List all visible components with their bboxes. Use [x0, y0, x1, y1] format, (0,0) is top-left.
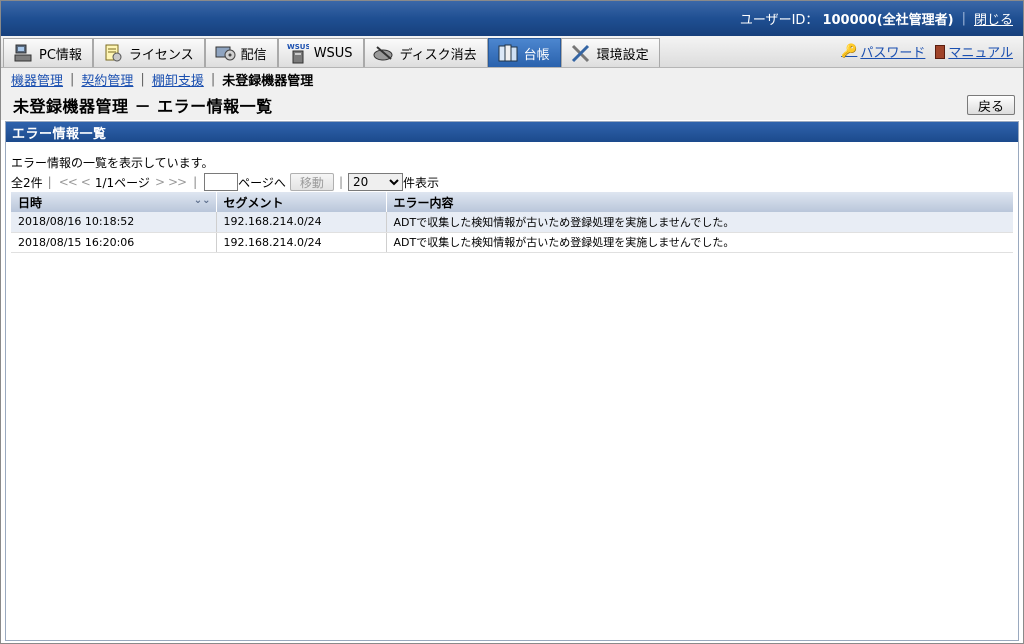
divider: | — [47, 175, 52, 189]
password-link-label: パスワード — [860, 46, 926, 61]
tab-wsus[interactable]: WSUS WSUS — [277, 38, 364, 67]
breadcrumb: 機器管理 | 契約管理 | 棚卸支援 | 未登録機器管理 — [1, 68, 1023, 90]
title-row: 未登録機器管理 － エラー情報一覧 戻る — [1, 90, 1023, 120]
tab-label: ディスク消去 — [399, 47, 477, 63]
header-links: 🔑 パスワード マニュアル — [841, 36, 1023, 67]
breadcrumb-contract-management[interactable]: 契約管理 — [81, 70, 133, 89]
settings-tools-icon — [570, 42, 592, 64]
page-number-input[interactable] — [204, 173, 239, 191]
column-header-error-content[interactable]: エラー内容 — [386, 192, 1013, 212]
column-header-datetime[interactable]: 日時 ⌄⌄ — [11, 192, 217, 212]
main-tabs: PC情報 ライセンス 配信 WSUS WSUS ディスク消去 台帳 環境設定 🔑… — [1, 36, 1023, 68]
section-header: エラー情報一覧 — [6, 122, 1018, 142]
breadcrumb-separator: | — [140, 71, 145, 87]
wsus-icon: WSUS — [287, 42, 309, 64]
table-row[interactable]: 2018/08/16 10:18:52 192.168.214.0/24 ADT… — [11, 212, 1013, 233]
cell-error-content: ADTで収集した検知情報が古いため登録処理を実施しませんでした。 — [386, 232, 1013, 253]
per-page-suffix: 件表示 — [402, 175, 439, 190]
top-bar: ユーザーID： 100000(全社管理者) | 閉じる — [1, 1, 1023, 36]
sort-descending-icon[interactable]: ⌄⌄ — [194, 195, 211, 206]
cell-datetime: 2018/08/15 16:20:06 — [11, 232, 217, 253]
pc-icon — [12, 42, 34, 64]
tab-pc-info[interactable]: PC情報 — [3, 38, 93, 67]
cell-error-content: ADTで収集した検知情報が古いため登録処理を実施しませんでした。 — [386, 212, 1013, 233]
password-link[interactable]: 🔑 パスワード — [841, 42, 925, 61]
tab-disk-erase[interactable]: ディスク消去 — [363, 38, 488, 67]
tab-distribution[interactable]: 配信 — [204, 38, 278, 67]
divider: | — [338, 175, 343, 189]
cell-segment: 192.168.214.0/24 — [216, 232, 387, 253]
tab-label: 環境設定 — [596, 47, 649, 63]
section-description: エラー情報の一覧を表示しています。 — [11, 156, 214, 170]
breadcrumb-separator: | — [70, 71, 75, 87]
move-button[interactable]: 移動 — [289, 173, 334, 191]
tab-license[interactable]: ライセンス — [92, 38, 205, 67]
breadcrumb-current: 未登録機器管理 — [222, 73, 314, 89]
table-row[interactable]: 2018/08/15 16:20:06 192.168.214.0/24 ADT… — [11, 232, 1013, 253]
user-id-label: ユーザーID： — [739, 13, 819, 28]
total-count: 全2件 — [11, 175, 43, 190]
error-table: 日時 ⌄⌄ セグメント エラー内容 2018/08/16 10:18:52 19… — [11, 192, 1013, 253]
tab-label: PC情報 — [39, 47, 82, 63]
divider: | — [961, 11, 966, 26]
distribution-icon — [214, 42, 236, 64]
page-title: 未登録機器管理 － エラー情報一覧 — [13, 97, 273, 116]
breadcrumb-device-management[interactable]: 機器管理 — [11, 70, 63, 89]
license-icon — [102, 42, 124, 64]
book-icon — [935, 44, 946, 59]
next-page-button[interactable]: > — [155, 175, 165, 189]
disk-erase-icon — [373, 42, 395, 64]
error-list-section: エラー情報一覧 エラー情報の一覧を表示しています。 全2件 | << < 1/1… — [5, 121, 1019, 641]
column-label: 日時 — [18, 195, 43, 210]
tab-label: 配信 — [240, 47, 267, 63]
cell-segment: 192.168.214.0/24 — [216, 212, 387, 233]
user-id-value: 100000(全社管理者) — [822, 13, 954, 28]
svg-text:WSUS: WSUS — [287, 43, 309, 51]
table-header-row: 日時 ⌄⌄ セグメント エラー内容 — [11, 192, 1013, 212]
manual-link[interactable]: マニュアル — [935, 42, 1013, 61]
goto-suffix: ページへ — [238, 175, 286, 190]
prev-page-button[interactable]: < — [81, 175, 91, 189]
pager: 全2件 | << < 1/1ページ > >> | ページへ 移動 | 20 件表… — [11, 172, 439, 192]
page-info: 1/1ページ — [94, 175, 150, 190]
ledger-icon — [497, 42, 519, 64]
column-header-segment[interactable]: セグメント — [216, 192, 387, 212]
per-page-select[interactable]: 20 — [347, 173, 403, 191]
tab-label: 台帳 — [523, 47, 550, 63]
manual-link-label: マニュアル — [948, 46, 1013, 61]
key-icon: 🔑 — [841, 44, 858, 59]
tab-settings[interactable]: 環境設定 — [560, 38, 660, 67]
last-page-button[interactable]: >> — [168, 175, 187, 189]
cell-datetime: 2018/08/16 10:18:52 — [11, 212, 217, 233]
close-link[interactable]: 閉じる — [974, 9, 1013, 28]
tab-ledger[interactable]: 台帳 — [487, 38, 561, 67]
tab-label: ライセンス — [128, 47, 194, 63]
breadcrumb-separator: | — [210, 71, 216, 87]
divider: | — [193, 175, 198, 189]
breadcrumb-inventory-support[interactable]: 棚卸支援 — [152, 70, 204, 89]
back-button[interactable]: 戻る — [967, 95, 1015, 115]
tab-label: WSUS — [313, 45, 353, 61]
first-page-button[interactable]: << — [59, 175, 78, 189]
